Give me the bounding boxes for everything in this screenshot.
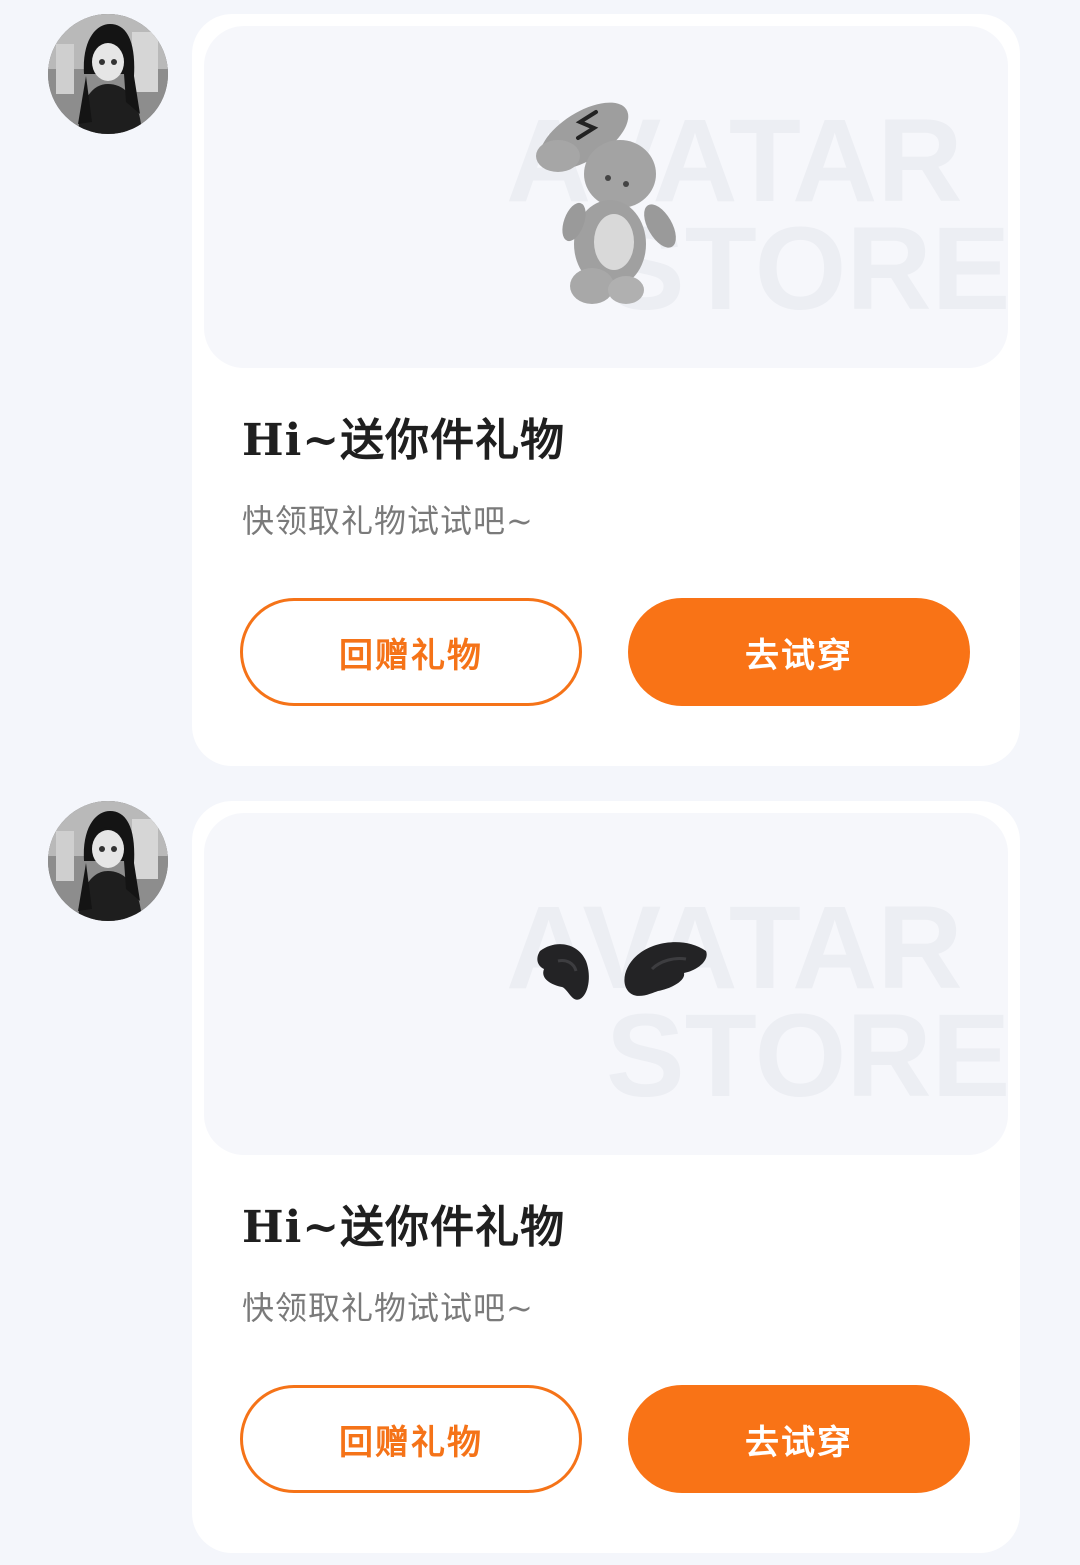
- gift-card: AVATAR STORE Hi~送你件礼物 快领取礼物试试吧~ 回赠礼物 去试穿: [192, 801, 1020, 1553]
- gray-bunny-plush-icon: [536, 102, 676, 304]
- gift-subtitle: 快领取礼物试试吧~: [242, 502, 534, 540]
- gift-card: AVATAR STORE Hi~送你件礼物 快领取礼物试试吧~ 回赠礼物 去试穿: [192, 14, 1020, 766]
- item-preview[interactable]: AVATAR STORE: [204, 813, 1008, 1155]
- avatar-image: [48, 14, 168, 134]
- item-preview[interactable]: AVATAR STORE: [204, 26, 1008, 368]
- avatar-image: [48, 801, 168, 921]
- gift-back-button[interactable]: 回赠礼物: [240, 598, 582, 706]
- avatar[interactable]: [48, 14, 168, 134]
- black-wings-icon: [537, 942, 707, 1000]
- gift-title: Hi~送你件礼物: [242, 415, 566, 466]
- gift-subtitle: 快领取礼物试试吧~: [242, 1289, 534, 1327]
- svg-text:STORE: STORE: [606, 990, 1008, 1122]
- try-on-button[interactable]: 去试穿: [628, 1385, 970, 1493]
- avatar[interactable]: [48, 801, 168, 921]
- gift-title: Hi~送你件礼物: [242, 1202, 566, 1253]
- gift-back-button[interactable]: 回赠礼物: [240, 1385, 582, 1493]
- try-on-button[interactable]: 去试穿: [628, 598, 970, 706]
